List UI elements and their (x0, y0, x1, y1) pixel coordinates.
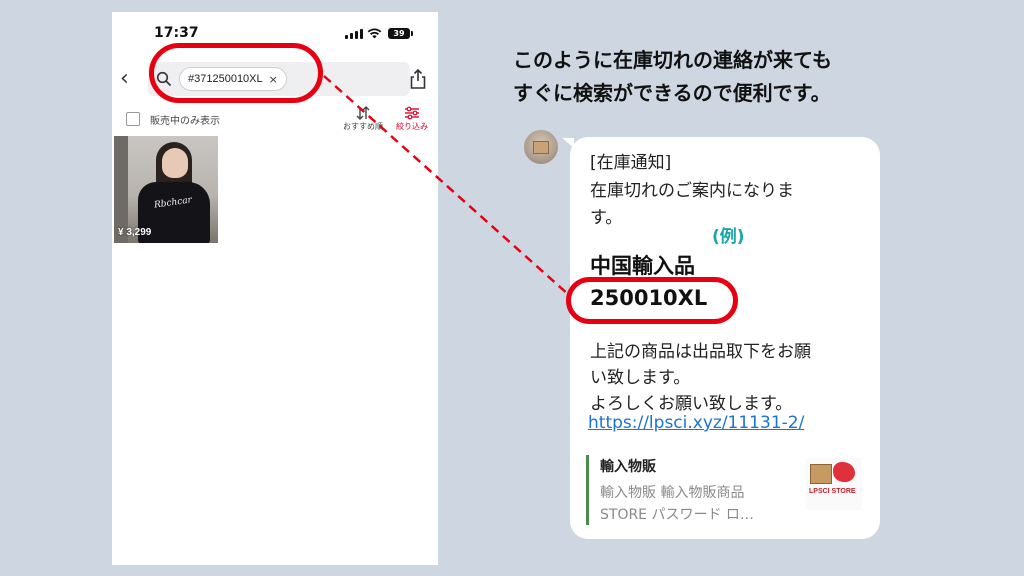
link-preview-bar (586, 455, 589, 525)
store-logo-text: LPSCI STORE (809, 488, 856, 495)
link-preview-title[interactable]: 輸入物販 (600, 456, 656, 476)
message-request-line-2: い致します。 (590, 368, 691, 388)
code-highlight-oval (566, 277, 738, 324)
message-header: [在庫通知] (590, 153, 672, 173)
china-map-icon (833, 462, 855, 482)
caption-line-2: すぐに検索ができるので便利です。 (513, 81, 831, 105)
avatar-box-icon (533, 141, 549, 154)
cardboard-box-icon (810, 464, 832, 484)
caption: このように在庫切れの連絡が来ても すぐに検索ができるので便利です。 (513, 44, 933, 110)
caption-line-1: このように在庫切れの連絡が来ても (513, 48, 832, 72)
message-body-line-1: 在庫切れのご案内になりま (590, 181, 794, 201)
product-title: 中国輸入品 (590, 254, 695, 278)
avatar (524, 130, 558, 164)
message-link[interactable]: https://lpsci.xyz/11131-2/ (588, 413, 804, 433)
example-label: (例) (712, 227, 745, 247)
link-preview-desc-line-1: 輸入物販 輸入物販商品 (600, 485, 745, 501)
link-preview-desc-line-2: STORE パスワード ロ… (600, 507, 754, 523)
store-logo[interactable]: LPSCI STORE (806, 458, 862, 510)
message-body-line-2: す。 (590, 208, 623, 228)
message-request-line-1: 上記の商品は出品取下をお願 (590, 342, 811, 362)
message-request-line-3: よろしくお願い致します。 (590, 394, 793, 414)
